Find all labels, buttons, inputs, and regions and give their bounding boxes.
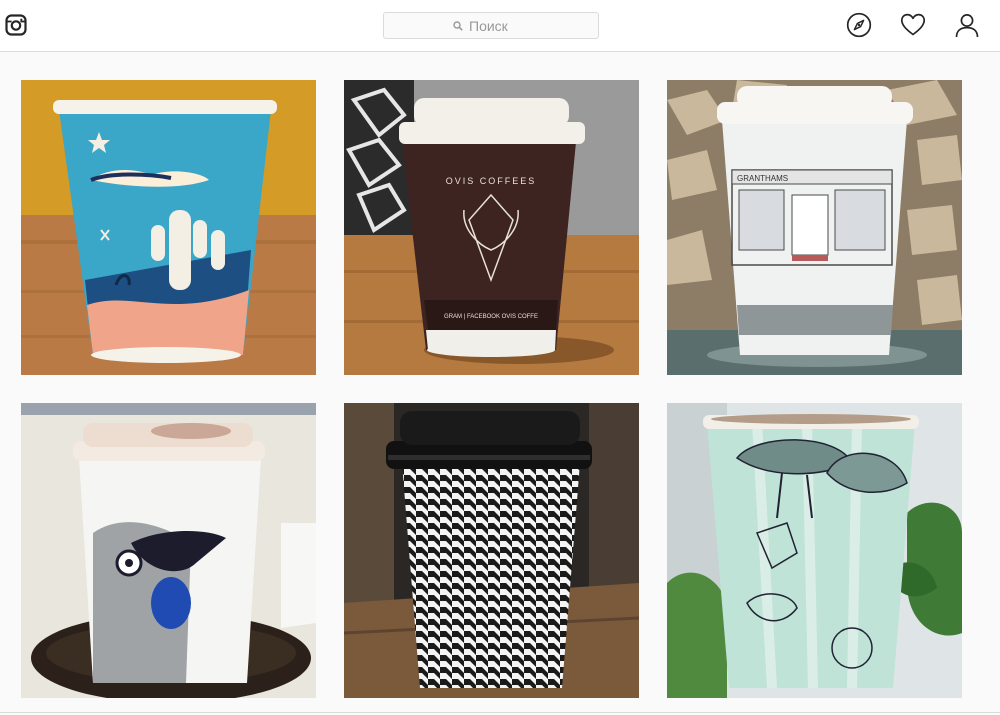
storefront-sign-text: GRANTHAMS bbox=[737, 174, 788, 183]
post-image bbox=[667, 403, 962, 698]
cup-brand-text: OVIS COFFEES bbox=[446, 176, 537, 186]
top-navigation-bar bbox=[0, 0, 1000, 52]
post-image: OVIS COFFEES GRAM | FACEBOOK OVIS COFFE bbox=[344, 80, 639, 375]
post-thumbnail-bird-cup[interactable] bbox=[21, 403, 316, 698]
compass-icon[interactable] bbox=[846, 12, 872, 38]
search-input[interactable] bbox=[469, 17, 529, 34]
search-box[interactable] bbox=[383, 12, 599, 39]
search-icon bbox=[453, 20, 463, 31]
post-image: GRANTHAMS bbox=[667, 80, 962, 375]
post-image bbox=[21, 80, 316, 375]
heart-icon[interactable] bbox=[900, 12, 926, 38]
post-thumbnail-mushroom-cup[interactable] bbox=[667, 403, 962, 698]
instagram-camera-icon[interactable] bbox=[5, 14, 27, 36]
cup-band-text: GRAM | FACEBOOK OVIS COFFE bbox=[444, 314, 538, 320]
post-thumbnail-ovis-coffees-cup[interactable]: OVIS COFFEES GRAM | FACEBOOK OVIS COFFE bbox=[344, 80, 639, 375]
post-thumbnail-granthams-cup[interactable]: GRANTHAMS bbox=[667, 80, 962, 375]
post-image bbox=[21, 403, 316, 698]
bottom-divider bbox=[0, 712, 1000, 713]
user-icon[interactable] bbox=[954, 12, 980, 38]
post-thumbnail-houndstooth-cup[interactable] bbox=[344, 403, 639, 698]
post-image bbox=[344, 403, 639, 698]
post-thumbnail-desert-cup[interactable] bbox=[21, 80, 316, 375]
